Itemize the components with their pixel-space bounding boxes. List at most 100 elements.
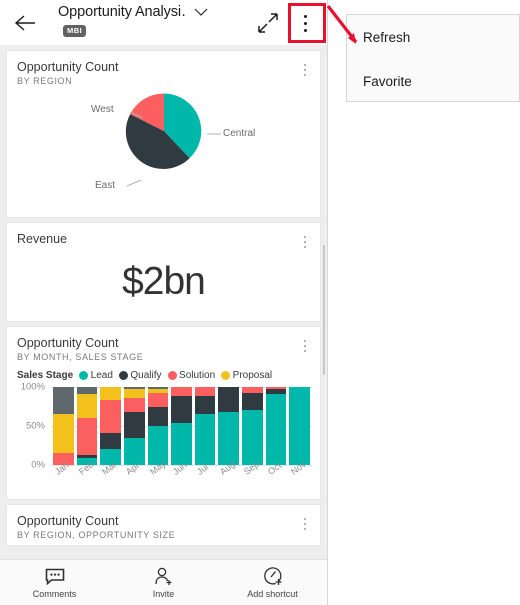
- x-axis: Jan Feb Mar Apr May Jun Jul Aug Sep Oct Nov: [53, 459, 310, 487]
- nav-item-comments[interactable]: Comments: [0, 566, 109, 599]
- legend-swatch: [118, 371, 128, 380]
- bar-aug[interactable]: [218, 387, 240, 465]
- bar-segment-proposal: [100, 387, 121, 401]
- legend-title: Sales Stage: [17, 370, 74, 381]
- tile-subtitle: BY MONTH, SALES STAGE: [17, 352, 144, 362]
- tile-more-button[interactable]: [298, 515, 312, 535]
- phone-viewport: Opportunity Analysi… MBI Opportunity Cou…: [0, 0, 328, 605]
- legend-item-proposal[interactable]: Proposal: [221, 370, 272, 381]
- pie-leader-lines: [126, 111, 221, 187]
- bar-segment-qualify: [100, 433, 121, 449]
- status-badge: MBI: [63, 24, 87, 37]
- bar-segment-qualify: [147, 406, 169, 426]
- bar-segment-qualify: [242, 393, 263, 410]
- bar-jun[interactable]: [171, 387, 192, 465]
- bar-feb[interactable]: [76, 387, 98, 465]
- bar-segment-proposal: [123, 388, 145, 398]
- tile-header: Revenue: [7, 223, 320, 247]
- tile-revenue[interactable]: Revenue $2bn: [7, 223, 320, 321]
- bar-segment-solution: [147, 393, 169, 407]
- bar-segment-solution: [100, 400, 121, 434]
- bar-segment-proposal: [76, 394, 98, 419]
- legend-swatch: [167, 371, 177, 380]
- bar-segment-lead: [242, 409, 263, 465]
- bar-segment-other: [76, 387, 98, 395]
- bar-segment-solution: [123, 397, 145, 412]
- tile-more-button[interactable]: [298, 233, 312, 253]
- y-axis: 100% 50% 0%: [15, 382, 49, 471]
- bar-mar[interactable]: [100, 387, 121, 465]
- bottom-navigation: Comments Invite Add shortcut: [0, 559, 327, 605]
- tile-header: Opportunity Count BY MONTH, SALES STAGE: [7, 327, 320, 362]
- bar-segment-lead: [265, 394, 287, 465]
- bar-may[interactable]: [147, 387, 169, 465]
- nav-item-add-shortcut[interactable]: Add shortcut: [218, 566, 327, 599]
- chevron-down-icon[interactable]: [194, 7, 208, 17]
- chart-legend: Sales Stage Lead Qualify Solution Propos…: [7, 362, 320, 381]
- person-add-icon: [154, 566, 174, 586]
- pie-label-west: West: [91, 104, 114, 115]
- back-button[interactable]: [11, 11, 37, 35]
- pie-label-central: Central: [223, 128, 256, 139]
- legend-item-solution[interactable]: Solution: [167, 370, 215, 381]
- vertical-scrollbar[interactable]: [322, 245, 325, 375]
- legend-label: Lead: [90, 370, 113, 381]
- bar-oct[interactable]: [265, 387, 287, 465]
- pie-chart: West Central East: [7, 90, 320, 200]
- expand-diagonal-icon: [258, 13, 278, 33]
- stacked-bar-chart: 100% 50% 0% Jan Feb Mar Apr May Jun Jul Aug Sep O…: [15, 382, 312, 487]
- nav-item-invite[interactable]: Invite: [109, 566, 218, 599]
- bar-sep[interactable]: [242, 387, 263, 465]
- legend-label: Proposal: [232, 370, 273, 381]
- bar-segment-solution: [76, 418, 98, 455]
- more-options-button[interactable]: [294, 9, 316, 37]
- tile-title: Opportunity Count: [17, 514, 119, 528]
- menu-item-favorite[interactable]: Favorite: [347, 59, 519, 103]
- bar-nov[interactable]: [289, 387, 311, 465]
- bar-segment-qualify: [218, 387, 240, 412]
- bar-jul[interactable]: [194, 387, 216, 465]
- bar-segment-qualify: [171, 395, 192, 423]
- bar-segment-lead: [218, 411, 240, 465]
- back-arrow-icon: [14, 15, 35, 31]
- tile-opportunity-count-by-month[interactable]: Opportunity Count BY MONTH, SALES STAGE …: [7, 327, 320, 499]
- expand-button[interactable]: [257, 12, 279, 34]
- y-tick-100: 100%: [20, 381, 45, 393]
- y-tick-50: 50%: [25, 420, 45, 432]
- bar-group: [53, 387, 311, 465]
- nav-label: Invite: [152, 589, 175, 599]
- tile-title: Opportunity Count: [17, 60, 119, 74]
- bar-segment-lead: [289, 387, 311, 465]
- menu-item-refresh[interactable]: Refresh: [347, 15, 519, 59]
- tile-subtitle: BY REGION, OPPORTUNITY SIZE: [17, 530, 176, 540]
- bar-segment-qualify: [194, 396, 216, 415]
- bar-jan[interactable]: [53, 387, 74, 465]
- tile-more-button[interactable]: [298, 337, 312, 357]
- legend-label: Qualify: [130, 370, 162, 381]
- y-tick-0: 0%: [31, 459, 45, 471]
- bar-segment-qualify: [123, 411, 145, 439]
- bar-segment-solution: [171, 387, 192, 396]
- nav-label: Add shortcut: [247, 589, 298, 599]
- legend-swatch: [221, 371, 231, 380]
- tile-header: Opportunity Count BY REGION, OPPORTUNITY…: [7, 505, 320, 540]
- bar-segment-other: [53, 387, 74, 415]
- tile-opportunity-count-by-region[interactable]: Opportunity Count BY REGION West Central…: [7, 51, 320, 217]
- bar-segment-solution: [194, 387, 216, 397]
- tile-header: Opportunity Count BY REGION: [7, 51, 320, 86]
- app-header: Opportunity Analysi… MBI: [0, 0, 327, 46]
- context-menu[interactable]: Refresh Favorite: [346, 14, 520, 102]
- tile-opportunity-count-by-region-size[interactable]: Opportunity Count BY REGION, OPPORTUNITY…: [7, 505, 320, 545]
- revenue-value: $2bn: [122, 260, 206, 303]
- more-vertical-icon: [294, 9, 316, 37]
- bar-apr[interactable]: [123, 387, 145, 465]
- tile-title: Revenue: [17, 232, 68, 246]
- tile-more-button[interactable]: [298, 61, 312, 81]
- legend-item-qualify[interactable]: Qualify: [118, 370, 162, 381]
- title-block[interactable]: Opportunity Analysi… MBI: [58, 4, 208, 38]
- dashboard-scroll-area[interactable]: Opportunity Count BY REGION West Central…: [0, 45, 327, 560]
- page-title: Opportunity Analysi…: [58, 4, 185, 20]
- nav-label: Comments: [32, 589, 77, 599]
- legend-item-lead[interactable]: Lead: [79, 370, 113, 381]
- pie-label-east: East: [95, 180, 116, 191]
